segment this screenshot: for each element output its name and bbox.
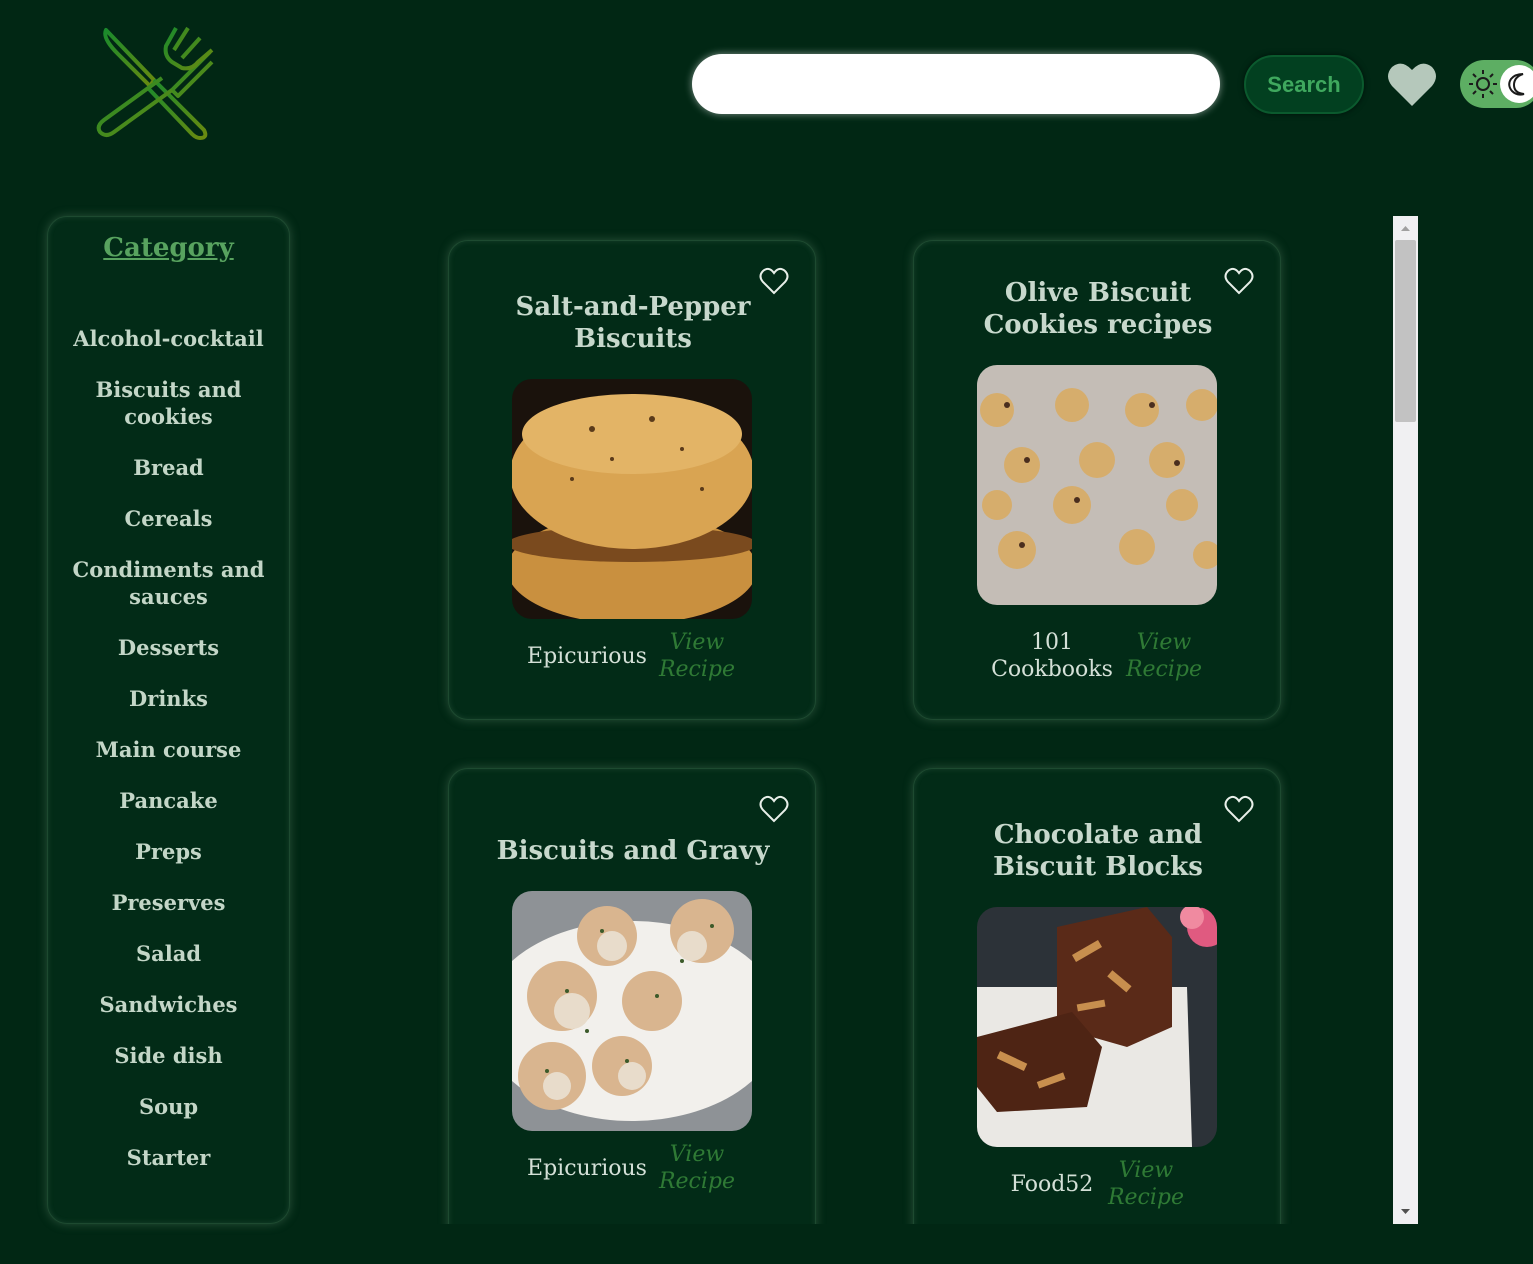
category-item-preps[interactable]: Preps xyxy=(48,838,289,865)
category-item-biscuits-and-cookies[interactable]: Biscuits and cookies xyxy=(48,376,289,430)
toggle-knob[interactable] xyxy=(1500,65,1533,103)
category-item-preserves[interactable]: Preserves xyxy=(48,889,289,916)
category-title[interactable]: Category xyxy=(48,233,289,263)
category-item-side-dish[interactable]: Side dish xyxy=(48,1042,289,1069)
view-recipe-link[interactable]: View Recipe xyxy=(647,629,747,683)
search-button[interactable]: Search xyxy=(1244,55,1364,114)
view-recipe-link[interactable]: View Recipe xyxy=(1114,629,1214,683)
scrollbar-thumb[interactable] xyxy=(1395,240,1416,422)
view-recipe-link[interactable]: View Recipe xyxy=(647,1141,747,1195)
favorite-heart-outline-icon[interactable] xyxy=(759,795,789,823)
category-sidebar: Category Alcohol-cocktail Biscuits and c… xyxy=(47,216,290,1224)
category-list: Alcohol-cocktail Biscuits and cookies Br… xyxy=(48,325,289,1195)
theme-toggle[interactable] xyxy=(1460,60,1533,108)
category-item-bread[interactable]: Bread xyxy=(48,454,289,481)
category-item-alcohol-cocktail[interactable]: Alcohol-cocktail xyxy=(48,325,289,352)
category-item-soup[interactable]: Soup xyxy=(48,1093,289,1120)
search-input[interactable] xyxy=(692,54,1220,114)
recipe-image[interactable] xyxy=(977,365,1217,605)
moon-icon xyxy=(1506,71,1532,97)
content-scrollbar[interactable] xyxy=(1393,216,1418,1224)
category-item-main-course[interactable]: Main course xyxy=(48,736,289,763)
category-item-desserts[interactable]: Desserts xyxy=(48,634,289,661)
recipe-title: Chocolate and Biscuit Blocks xyxy=(993,820,1203,882)
recipe-title: Biscuits and Gravy xyxy=(496,836,770,866)
category-item-pancake[interactable]: Pancake xyxy=(48,787,289,814)
sun-icon xyxy=(1468,69,1498,99)
recipe-card: Olive Biscuit Cookies recipes 101 Cookbo… xyxy=(913,240,1281,720)
recipe-image[interactable] xyxy=(512,891,752,1131)
view-recipe-link[interactable]: View Recipe xyxy=(1096,1157,1196,1211)
recipe-image[interactable] xyxy=(977,907,1217,1147)
recipe-image[interactable] xyxy=(512,379,752,619)
logo-fork-knife-icon[interactable] xyxy=(92,22,217,147)
category-item-salad[interactable]: Salad xyxy=(48,940,289,967)
recipe-card: Biscuits and Gravy Epicurious View Recip… xyxy=(448,768,816,1224)
recipe-card: Chocolate and Biscuit Blocks Food52 View xyxy=(913,768,1281,1224)
recipe-source: Epicurious xyxy=(527,1156,647,1181)
recipe-card: Salt-and-Pepper Biscuits Epicurious View… xyxy=(448,240,816,720)
recipe-source: 101 Cookbooks xyxy=(991,630,1113,682)
recipe-grid: Salt-and-Pepper Biscuits Epicurious View… xyxy=(300,216,1393,1224)
category-item-starter[interactable]: Starter xyxy=(48,1144,289,1171)
scroll-down-arrow-icon[interactable] xyxy=(1393,1204,1418,1220)
category-item-drinks[interactable]: Drinks xyxy=(48,685,289,712)
favorites-heart-icon[interactable] xyxy=(1386,60,1438,108)
recipe-source: Epicurious xyxy=(527,644,647,669)
category-item-cereals[interactable]: Cereals xyxy=(48,505,289,532)
recipe-title: Salt-and-Pepper Biscuits xyxy=(515,292,751,354)
scroll-up-arrow-icon[interactable] xyxy=(1393,220,1418,236)
category-item-condiments-and-sauces[interactable]: Condiments and sauces xyxy=(48,556,289,610)
category-item-sandwiches[interactable]: Sandwiches xyxy=(48,991,289,1018)
recipe-title: Olive Biscuit Cookies recipes xyxy=(983,278,1213,340)
